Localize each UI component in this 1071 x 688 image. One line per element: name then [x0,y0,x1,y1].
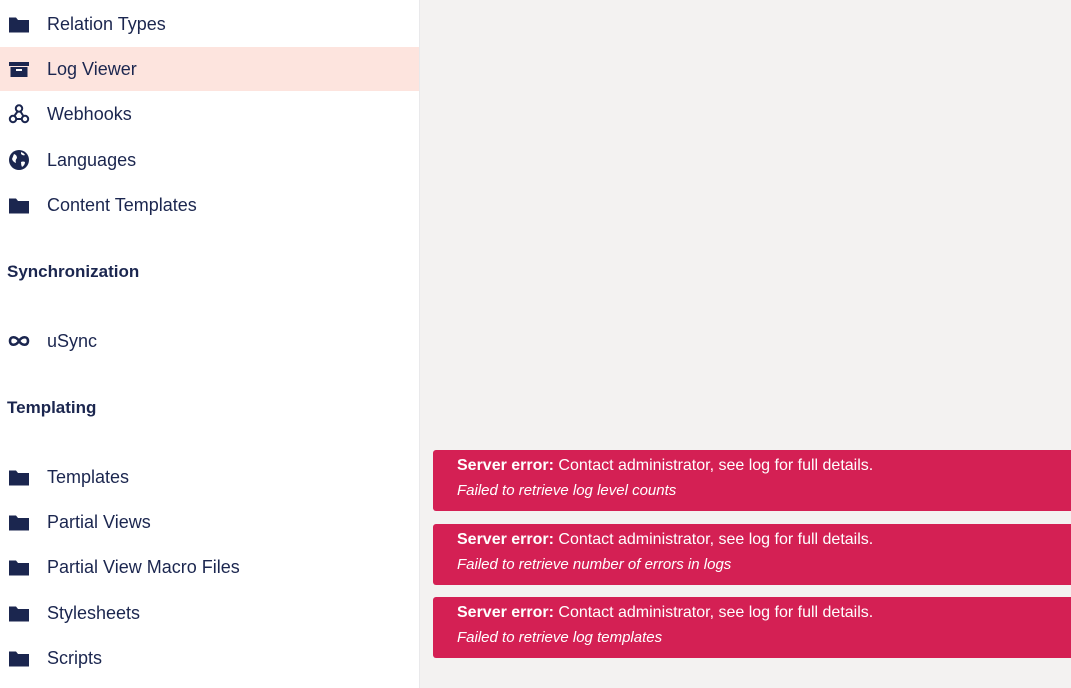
sidebar-item-label: Content Templates [47,195,197,215]
folder-icon [8,466,30,488]
error-notification[interactable]: Server error: Contact administrator, see… [433,597,1071,658]
notification-heading: Server error: [457,457,554,474]
notification-heading: Server error: [457,604,554,621]
notification-detail: Failed to retrieve number of errors in l… [457,556,732,573]
sidebar-item-content-templates[interactable]: Content Templates [0,183,419,227]
notification-detail: Failed to retrieve log level counts [457,482,677,499]
sidebar-item-partial-view-macro-files[interactable]: Partial View Macro Files [0,545,419,589]
infinity-icon [8,330,30,352]
sidebar-item-templates[interactable]: Templates [0,455,419,499]
error-notification[interactable]: Server error: Contact administrator, see… [433,450,1071,511]
sidebar-item-scripts[interactable]: Scripts [0,636,419,680]
notification-detail: Failed to retrieve log templates [457,629,663,646]
sidebar-item-webhooks[interactable]: Webhooks [0,92,419,136]
webhook-icon [8,103,30,125]
notification-message: Contact administrator, see log for full … [558,531,874,548]
sidebar-item-relation-types[interactable]: Relation Types [0,2,419,46]
folder-icon [8,511,30,533]
sidebar-item-label: Templates [47,467,130,487]
sidebar-item-label: Stylesheets [47,603,141,623]
sidebar-item-languages[interactable]: Languages [0,138,419,182]
globe-icon [8,149,30,171]
archive-icon [8,58,30,80]
sidebar-item-label: uSync [47,331,98,351]
sidebar-item-label: Partial View Macro Files [47,557,240,577]
sidebar: Relation Types Log Viewer Webhooks Langu… [0,0,420,688]
error-notification[interactable]: Server error: Contact administrator, see… [433,524,1071,585]
folder-icon [8,13,30,35]
sidebar-item-label: Webhooks [47,104,132,124]
notification-message: Contact administrator, see log for full … [558,457,874,474]
sidebar-item-usync[interactable]: uSync [0,319,419,363]
sidebar-item-log-viewer[interactable]: Log Viewer [0,47,419,91]
sidebar-item-label: Languages [47,150,137,170]
sidebar-item-label: Scripts [47,648,103,668]
sidebar-item-label: Partial Views [47,512,151,532]
folder-icon [8,647,30,669]
notification-heading: Server error: [457,531,554,548]
sidebar-item-stylesheets[interactable]: Stylesheets [0,591,419,635]
folder-icon [8,556,30,578]
sidebar-item-label: Relation Types [47,14,166,34]
folder-icon [8,194,30,216]
section-title-synchronization: Synchronization [7,262,140,281]
section-title-templating: Templating [7,398,97,417]
sidebar-item-partial-views[interactable]: Partial Views [0,500,419,544]
notification-message: Contact administrator, see log for full … [558,604,874,621]
sidebar-item-label: Log Viewer [47,59,137,79]
folder-icon [8,602,30,624]
